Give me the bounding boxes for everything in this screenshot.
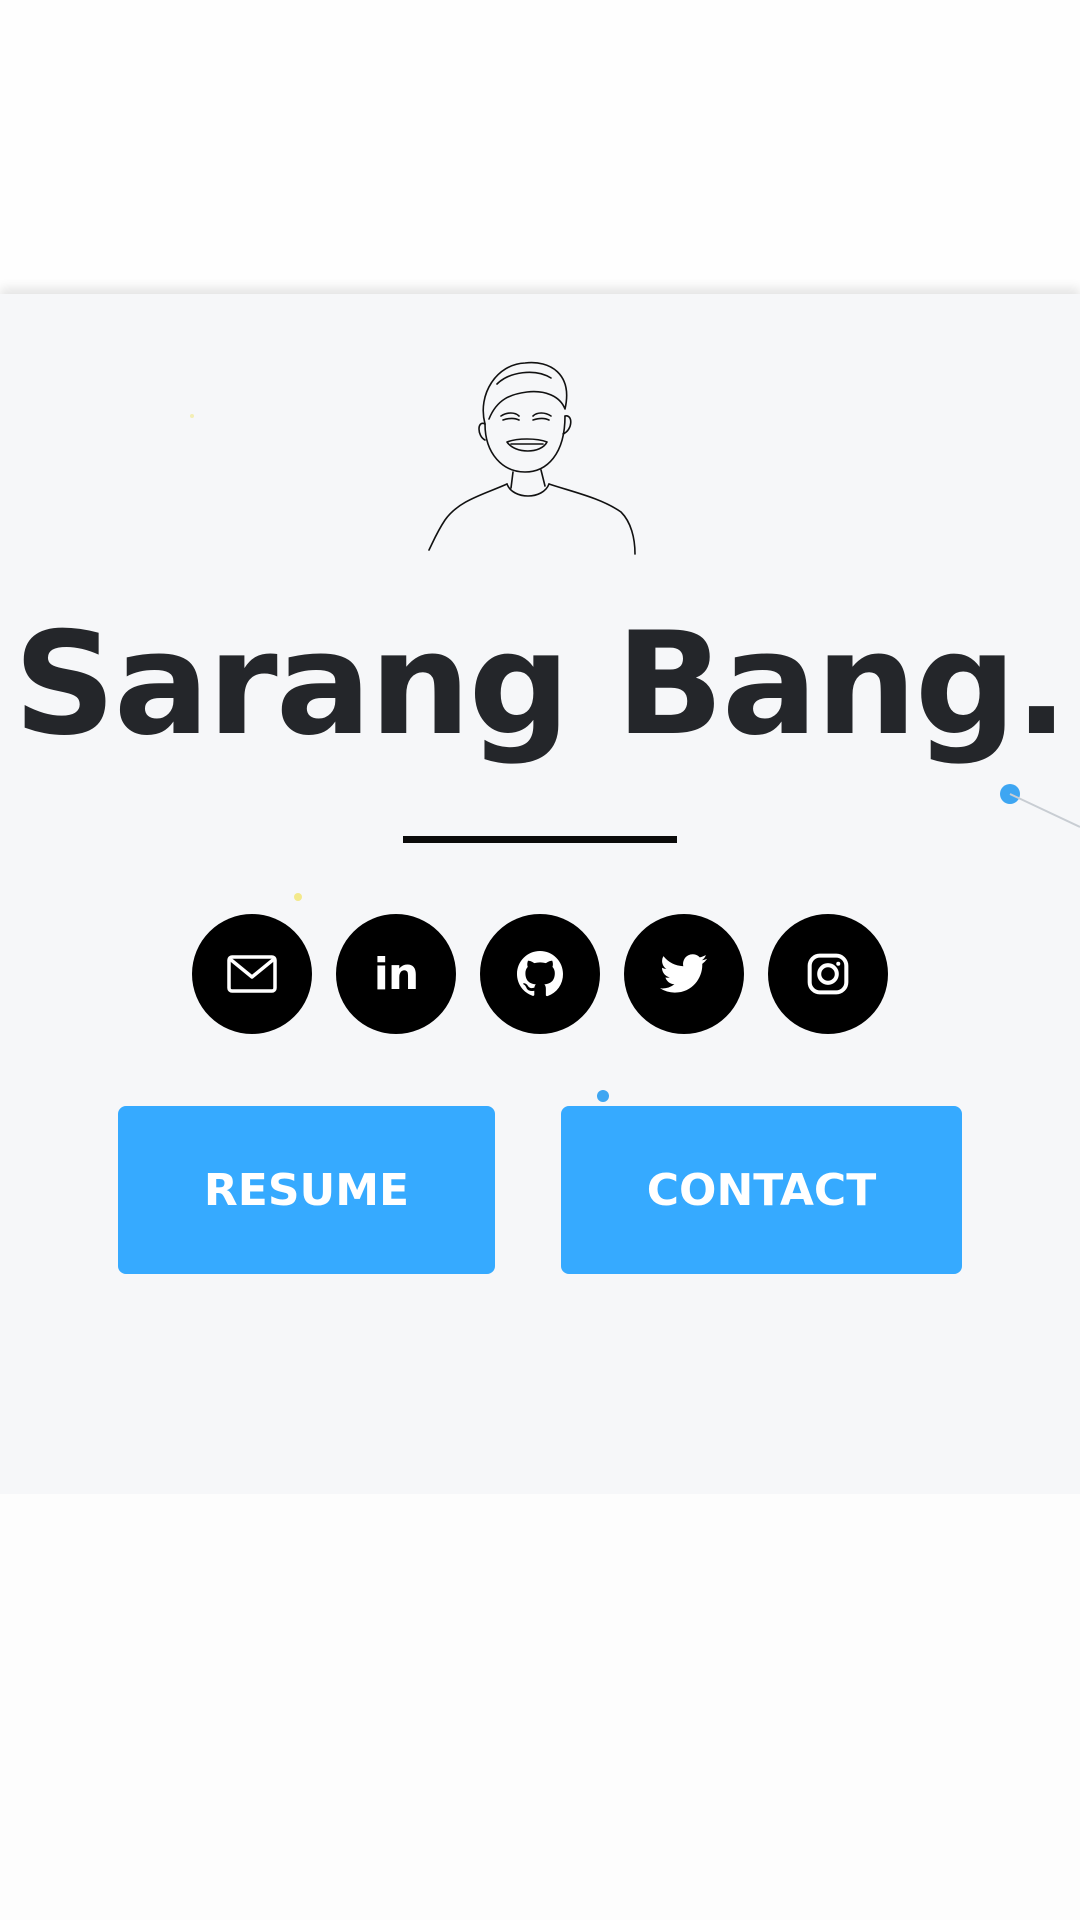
linkedin-link[interactable]: in — [336, 914, 456, 1034]
social-links: in — [0, 914, 1080, 1034]
particle-dot — [597, 1090, 609, 1102]
twitter-icon — [660, 954, 708, 993]
instagram-link[interactable] — [768, 914, 888, 1034]
avatar-illustration — [428, 361, 636, 555]
instagram-icon — [807, 953, 849, 995]
contact-button[interactable]: CONTACT — [561, 1106, 962, 1274]
name-underline — [403, 836, 677, 843]
hero-name: Sarang Bang. — [13, 602, 1069, 767]
particle-dot — [190, 414, 194, 418]
top-blank-area — [0, 0, 1080, 294]
particle-dot — [294, 893, 302, 901]
twitter-link[interactable] — [624, 914, 744, 1034]
github-icon — [517, 951, 564, 997]
mail-icon — [227, 955, 277, 993]
particle-link — [1009, 793, 1080, 828]
linkedin-icon: in — [373, 948, 419, 1000]
resume-button[interactable]: RESUME — [118, 1106, 495, 1274]
hero-section: Sarang Bang. in RESUME CONTACT — [0, 294, 1080, 1494]
email-link[interactable] — [192, 914, 312, 1034]
github-link[interactable] — [480, 914, 600, 1034]
bottom-blank-area — [0, 1494, 1080, 1920]
